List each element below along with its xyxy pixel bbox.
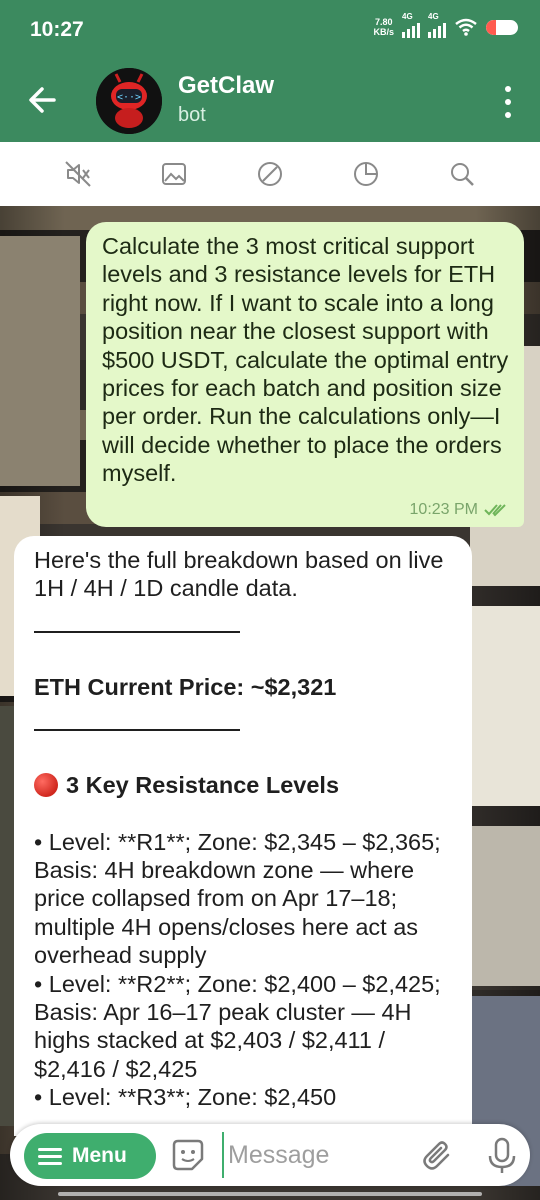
chat-title: GetClaw (178, 72, 275, 99)
search-icon[interactable] (442, 154, 482, 194)
gallery-icon[interactable] (154, 154, 194, 194)
battery-icon (486, 19, 518, 35)
svg-text:<··>: <··> (117, 92, 141, 103)
attach-icon[interactable] (420, 1138, 456, 1174)
resistance-r1: • Level: **R1**; Zone: $2,345 – $2,365; … (34, 828, 441, 969)
red-circle-icon (34, 773, 58, 798)
network-speed: 7.80 KB/s (373, 17, 394, 37)
back-arrow-icon[interactable] (26, 80, 60, 120)
resistance-heading: 3 Key Resistance Levels (34, 771, 454, 799)
message-intro: Here's the full breakdown based on live … (34, 547, 444, 602)
hamburger-icon (38, 1148, 62, 1165)
incoming-message[interactable]: Here's the full breakdown based on live … (14, 536, 472, 1136)
status-bar: 10:27 7.80 KB/s 4G 4G (0, 0, 540, 62)
microphone-icon[interactable] (484, 1136, 520, 1176)
stats-icon[interactable] (346, 154, 386, 194)
resistance-r3: • Level: **R3**; Zone: $2,450 (34, 1084, 337, 1111)
mute-icon[interactable] (58, 154, 98, 194)
block-icon[interactable] (250, 154, 290, 194)
double-check-icon (484, 504, 506, 517)
divider (34, 630, 240, 633)
more-options-icon[interactable] (504, 86, 512, 118)
message-time: 10:23 PM (409, 501, 478, 518)
menu-button[interactable]: Menu (24, 1133, 156, 1179)
message-input[interactable] (222, 1132, 402, 1178)
outgoing-message[interactable]: Calculate the 3 most critical support le… (86, 222, 524, 527)
divider (34, 729, 240, 732)
home-indicator (58, 1192, 482, 1196)
chat-header: <··> GetClaw bot (0, 62, 540, 142)
current-price: ETH Current Price: ~$2,321 (34, 673, 337, 700)
signal-icon: 4G (402, 12, 420, 38)
message-text: Calculate the 3 most critical support le… (102, 233, 509, 487)
status-indicators: 7.80 KB/s 4G 4G (373, 12, 518, 38)
message-meta: 10:23 PM (410, 501, 510, 519)
robot-logo-icon: <··> (96, 68, 162, 134)
signal-icon: 4G (428, 12, 446, 38)
menu-label: Menu (72, 1144, 127, 1167)
wifi-icon (455, 18, 477, 36)
message-composer: Menu (10, 1124, 530, 1186)
status-time: 10:27 (30, 18, 84, 41)
chat-subtitle: bot (178, 104, 206, 126)
resistance-r2: • Level: **R2**; Zone: $2,400 – $2,425; … (34, 970, 441, 1082)
chat-toolbar (0, 142, 540, 206)
sticker-icon[interactable] (170, 1137, 206, 1173)
bot-avatar[interactable]: <··> (96, 68, 162, 134)
